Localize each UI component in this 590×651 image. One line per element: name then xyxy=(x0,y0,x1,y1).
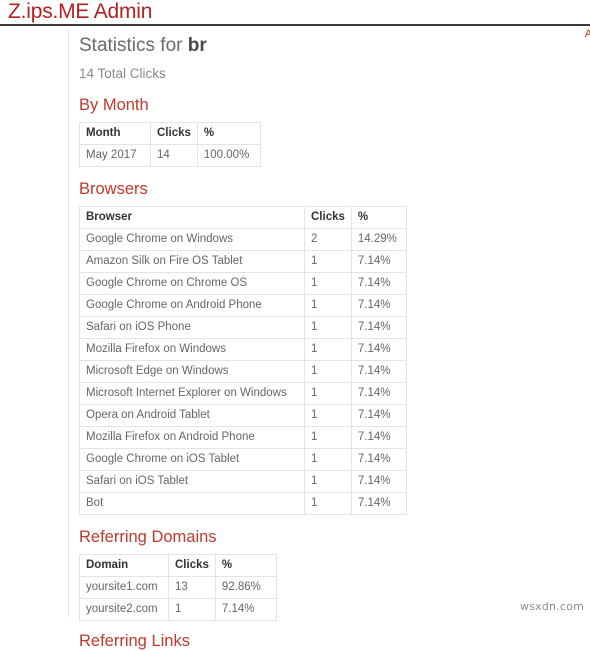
cell-domain: yoursite1.com xyxy=(79,576,169,599)
referring-domains-table: Domain Clicks % yoursite1.com 13 92.86% … xyxy=(79,554,277,621)
cell-browser: Safari on iOS Phone xyxy=(79,316,305,339)
cell-browser: Opera on Android Tablet xyxy=(79,404,305,427)
cell-percent: 7.14% xyxy=(350,272,407,295)
section-heading-referring-links: Referring Links xyxy=(79,632,190,650)
table-row: Google Chrome on Android Phone 1 7.14% xyxy=(79,294,407,317)
cell-browser: Microsoft Edge on Windows xyxy=(79,360,305,383)
cell-percent: 7.14% xyxy=(350,382,407,405)
section-heading-browsers: Browsers xyxy=(79,180,148,198)
cell-browser: Mozilla Firefox on Android Phone xyxy=(79,426,305,449)
table-header-row: Month Clicks % xyxy=(79,122,261,145)
cell-clicks: 1 xyxy=(304,492,352,515)
table-row: Google Chrome on Windows 2 14.29% xyxy=(79,228,407,251)
column-header-domain: Domain xyxy=(79,554,169,577)
cell-clicks: 1 xyxy=(304,470,352,493)
table-row: Microsoft Edge on Windows 1 7.14% xyxy=(79,360,407,383)
cell-browser: Google Chrome on Android Phone xyxy=(79,294,305,317)
column-header-browser: Browser xyxy=(79,206,305,229)
cell-clicks: 1 xyxy=(304,272,352,295)
cell-month: May 2017 xyxy=(79,144,151,167)
cell-clicks: 1 xyxy=(304,338,352,361)
cell-browser: Amazon Silk on Fire OS Tablet xyxy=(79,250,305,273)
cell-percent: 7.14% xyxy=(350,492,407,515)
cell-clicks: 1 xyxy=(304,448,352,471)
page-title-prefix: Statistics for xyxy=(79,35,188,56)
table-row: Opera on Android Tablet 1 7.14% xyxy=(79,404,407,427)
cell-clicks: 1 xyxy=(304,316,352,339)
table-header-row: Browser Clicks % xyxy=(79,206,407,229)
cell-percent: 7.14% xyxy=(350,404,407,427)
cell-percent: 100.00% xyxy=(196,144,261,167)
column-header-clicks: Clicks xyxy=(304,206,352,229)
table-row: May 2017 14 100.00% xyxy=(79,144,261,167)
cell-clicks: 1 xyxy=(304,382,352,405)
page-title-target: br xyxy=(187,35,207,56)
table-row: Bot 1 7.14% xyxy=(79,492,407,515)
table-row: Safari on iOS Tablet 1 7.14% xyxy=(79,470,407,493)
column-header-percent: % xyxy=(196,122,261,145)
app-header: Z.ips.ME Admin xyxy=(0,0,590,26)
column-header-clicks: Clicks xyxy=(150,122,198,145)
cell-percent: 7.14% xyxy=(214,598,277,621)
cell-browser: Google Chrome on iOS Tablet xyxy=(79,448,305,471)
table-header-row: Domain Clicks % xyxy=(79,554,277,577)
table-row: yoursite1.com 13 92.86% xyxy=(79,576,277,599)
cell-percent: 7.14% xyxy=(350,448,407,471)
by-month-table: Month Clicks % May 2017 14 100.00% xyxy=(79,122,261,167)
column-header-percent: % xyxy=(350,206,407,229)
cell-clicks: 1 xyxy=(304,250,352,273)
cell-clicks: 14 xyxy=(150,144,198,167)
main-content: Statistics for br 14 Total Clicks By Mon… xyxy=(79,28,579,651)
column-header-month: Month xyxy=(79,122,151,145)
table-row: Google Chrome on Chrome OS 1 7.14% xyxy=(79,272,407,295)
table-row: Google Chrome on iOS Tablet 1 7.14% xyxy=(79,448,407,471)
top-right-nav-link[interactable]: All xyxy=(585,28,590,40)
table-row: Microsoft Internet Explorer on Windows 1… xyxy=(79,382,407,405)
cell-percent: 7.14% xyxy=(350,426,407,449)
cell-browser: Google Chrome on Windows xyxy=(79,228,305,251)
cell-percent: 7.14% xyxy=(350,470,407,493)
app-title[interactable]: Z.ips.ME Admin xyxy=(8,0,152,25)
table-row: Mozilla Firefox on Windows 1 7.14% xyxy=(79,338,407,361)
section-heading-referring-domains: Referring Domains xyxy=(79,528,217,546)
cell-clicks: 1 xyxy=(304,404,352,427)
cell-browser: Safari on iOS Tablet xyxy=(79,470,305,493)
cell-browser: Microsoft Internet Explorer on Windows xyxy=(79,382,305,405)
cell-percent: 7.14% xyxy=(350,338,407,361)
section-heading-by-month: By Month xyxy=(79,96,149,114)
table-row: yoursite2.com 1 7.14% xyxy=(79,598,277,621)
cell-browser: Mozilla Firefox on Windows xyxy=(79,338,305,361)
cell-clicks: 1 xyxy=(304,360,352,383)
cell-percent: 92.86% xyxy=(214,576,277,599)
cell-percent: 7.14% xyxy=(350,250,407,273)
cell-percent: 7.14% xyxy=(350,294,407,317)
cell-percent: 14.29% xyxy=(350,228,407,251)
column-header-clicks: Clicks xyxy=(168,554,216,577)
cell-percent: 7.14% xyxy=(350,316,407,339)
cell-clicks: 1 xyxy=(304,294,352,317)
watermark: wsxdn.com xyxy=(520,600,584,613)
column-header-percent: % xyxy=(214,554,277,577)
browsers-table: Browser Clicks % Google Chrome on Window… xyxy=(79,206,407,515)
cell-clicks: 2 xyxy=(304,228,352,251)
page-title: Statistics for br xyxy=(79,34,579,58)
table-row: Safari on iOS Phone 1 7.14% xyxy=(79,316,407,339)
cell-domain: yoursite2.com xyxy=(79,598,169,621)
cell-clicks: 1 xyxy=(168,598,216,621)
table-row: Mozilla Firefox on Android Phone 1 7.14% xyxy=(79,426,407,449)
table-row: Amazon Silk on Fire OS Tablet 1 7.14% xyxy=(79,250,407,273)
cell-browser: Bot xyxy=(79,492,305,515)
sidebar-divider xyxy=(68,28,69,617)
cell-clicks: 1 xyxy=(304,426,352,449)
cell-percent: 7.14% xyxy=(350,360,407,383)
cell-clicks: 13 xyxy=(168,576,216,599)
cell-browser: Google Chrome on Chrome OS xyxy=(79,272,305,295)
total-clicks-label: 14 Total Clicks xyxy=(79,66,166,81)
